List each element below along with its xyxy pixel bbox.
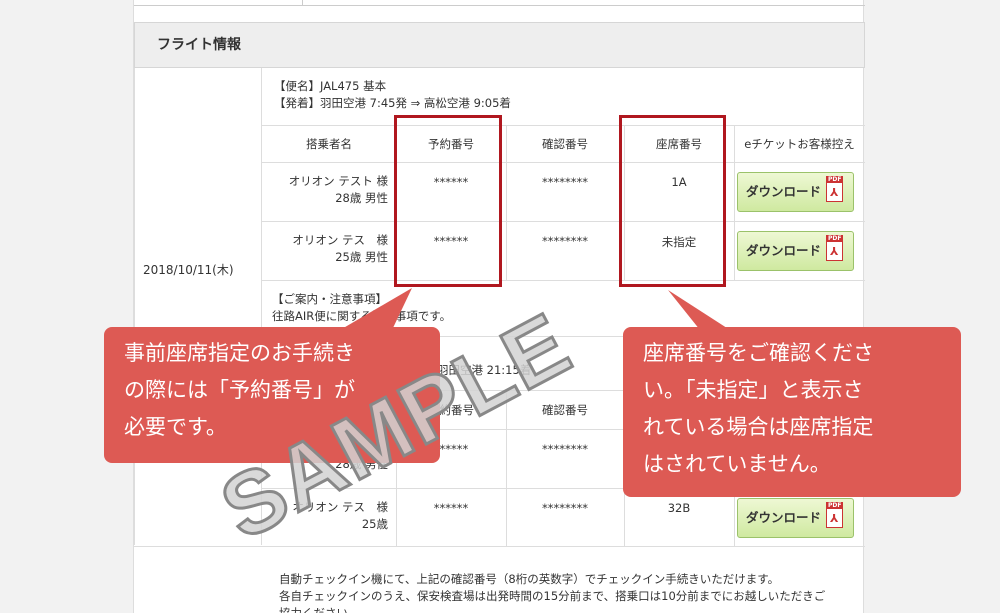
callout-tails — [340, 288, 730, 330]
callout-seat: 座席番号をご確認くださ い。「未指定」と表示さ れている場合は座席指定 はされて… — [623, 327, 961, 497]
